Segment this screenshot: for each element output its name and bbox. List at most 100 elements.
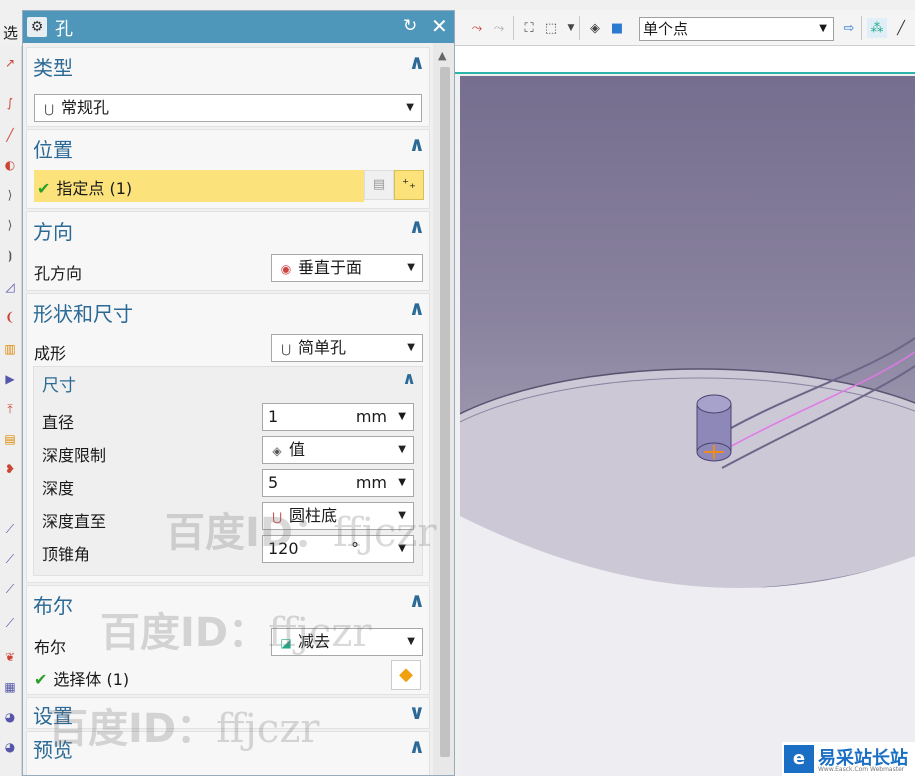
chevron-up-icon[interactable]: ∧: [409, 296, 425, 320]
diameter-value: 1: [268, 407, 279, 426]
axis-icon[interactable]: ⤒: [3, 402, 17, 416]
dialog-scrollbar[interactable]: ▲: [433, 43, 454, 775]
form-dropdown[interactable]: ⋃ 简单孔 ▼: [271, 334, 423, 362]
cube-view-icon[interactable]: ■: [607, 18, 627, 38]
boolean-dropdown[interactable]: ◪ 减去 ▼: [271, 628, 423, 656]
arc-icon[interactable]: ⟋: [3, 582, 17, 596]
curve-icon[interactable]: ∫: [3, 96, 17, 110]
arc-icon[interactable]: ⟋: [3, 552, 17, 566]
hole-direction-dropdown[interactable]: ◉ 垂直于面 ▼: [271, 254, 423, 282]
depth-limit-dropdown[interactable]: ◈ 值 ▼: [262, 436, 414, 464]
group-header-shape[interactable]: 形状和尺寸: [33, 298, 133, 327]
diameter-input[interactable]: 1 mm ▼: [262, 403, 414, 431]
group-position: 位置 ∧ ✔ 指定点 (1) ▤ ⁺₊: [26, 129, 430, 209]
hole-type-dropdown[interactable]: ⋃ 常规孔 ▼: [34, 94, 422, 122]
scroll-up-icon[interactable]: ▲: [438, 49, 446, 62]
dialog-titlebar[interactable]: ⚙ 孔 ↻ ✕: [23, 11, 454, 43]
chevron-down-icon[interactable]: ▼: [398, 404, 406, 430]
select-group-icon[interactable]: ⛶: [519, 18, 539, 38]
specify-point-row[interactable]: ✔ 指定点 (1): [34, 170, 364, 202]
model-drawing: [460, 337, 915, 776]
flame-icon[interactable]: ❥: [3, 462, 17, 476]
chevron-down-icon: ▼: [407, 342, 415, 353]
form-label: 成形: [34, 344, 67, 363]
point-dialog-button[interactable]: ⁺₊: [394, 170, 424, 200]
sketch-section-button[interactable]: ▤: [364, 170, 394, 200]
group-direction: 方向 ∧ 孔方向 ◉ 垂直于面 ▼: [26, 211, 430, 291]
hole-top: [696, 394, 732, 414]
group-header-preview[interactable]: 预览: [33, 734, 73, 763]
chevron-down-icon: ▼: [398, 444, 406, 455]
arrow-right-icon[interactable]: ⇨: [839, 18, 859, 38]
box-icon[interactable]: ▦: [3, 680, 17, 694]
subgroup-header-size[interactable]: 尺寸: [42, 371, 76, 396]
chevron-down-icon[interactable]: ▼: [398, 470, 406, 496]
line-tool-icon[interactable]: ╱: [891, 18, 911, 38]
graphics-viewport[interactable]: [460, 76, 915, 776]
hole-dialog: ⚙ 孔 ↻ ✕ 类型 ∧ ⋃ 常规孔 ▼ 位置 ∧ ✔ 指定点 (1) ▤ ⁺₊ 方…: [22, 10, 455, 776]
group-header-settings[interactable]: 设置: [33, 700, 73, 729]
snap-disabled-icon[interactable]: ⤳: [489, 18, 509, 38]
scroll-thumb[interactable]: [440, 67, 450, 757]
boolean-label: 布尔: [34, 638, 67, 657]
chevron-up-icon[interactable]: ∧: [409, 214, 425, 238]
form-value: 简单孔: [298, 338, 347, 357]
check-icon: ✔: [34, 670, 48, 689]
chevron-down-icon: ▼: [819, 23, 827, 34]
curve-icon[interactable]: ❨: [3, 310, 17, 324]
snap-point-icon[interactable]: ⤳: [467, 18, 487, 38]
chevron-up-icon[interactable]: ∧: [409, 588, 425, 612]
chevron-down-icon[interactable]: ▼: [398, 536, 406, 562]
tip-angle-unit: °: [351, 539, 359, 558]
arc-icon[interactable]: ⟋: [3, 616, 17, 630]
arc-icon[interactable]: ⟋: [3, 522, 17, 536]
group-header-boolean[interactable]: 布尔: [33, 590, 73, 619]
chevron-down-icon: ▼: [407, 636, 415, 647]
tip-angle-input[interactable]: 120 ° ▼: [262, 535, 414, 563]
reset-button[interactable]: ↻: [403, 16, 417, 36]
hole-direction-label: 孔方向: [34, 264, 83, 283]
arc-icon[interactable]: ◐: [3, 158, 17, 172]
group-header-direction[interactable]: 方向: [33, 216, 73, 245]
toolbar-separator: [579, 16, 580, 40]
selection-filter-dropdown[interactable]: 单个点 ▼: [639, 17, 834, 41]
chevron-down-icon[interactable]: ∨: [409, 700, 425, 724]
rectangle-select-icon[interactable]: ⬚: [541, 18, 561, 38]
sketch-icon[interactable]: ↗: [3, 56, 17, 70]
line-icon[interactable]: ╱: [3, 128, 17, 142]
group-header-position[interactable]: 位置: [33, 134, 73, 163]
depth-input[interactable]: 5 mm ▼: [262, 469, 414, 497]
chevron-down-icon: ▼: [398, 510, 406, 521]
feature-icon[interactable]: ❦: [3, 650, 17, 664]
site-logo: e 易采站长站 Www.Easck.Com Webmaster: [782, 742, 915, 776]
bracket-icon[interactable]: ⦘: [3, 248, 17, 262]
sphere-icon[interactable]: ◕: [3, 740, 17, 754]
chevron-up-icon[interactable]: ∧: [402, 369, 416, 389]
hole-icon: ⋃: [281, 342, 291, 356]
eraser-icon[interactable]: ◈: [585, 18, 605, 38]
snap-grid-icon[interactable]: ⁂: [867, 18, 887, 38]
depth-to-dropdown[interactable]: ⋃ 圆柱底 ▼: [262, 502, 414, 530]
bracket-icon[interactable]: ⟩: [3, 188, 17, 202]
chevron-down-icon: ▼: [406, 102, 414, 113]
arrow-icon[interactable]: ▶: [3, 372, 17, 386]
depth-limit-label: 深度限制: [42, 446, 107, 465]
triangle-icon[interactable]: ◿: [3, 280, 17, 294]
sphere-icon[interactable]: ◕: [3, 710, 17, 724]
close-button[interactable]: ✕: [431, 14, 448, 38]
group-header-type[interactable]: 类型: [33, 52, 73, 81]
specify-point-label: ✔ 指定点 (1): [37, 175, 132, 199]
chevron-up-icon[interactable]: ∧: [409, 50, 425, 74]
group-type: 类型 ∧ ⋃ 常规孔 ▼: [26, 47, 430, 127]
bracket-icon[interactable]: ⟩: [3, 218, 17, 232]
chevron-down-icon[interactable]: ▼: [561, 18, 581, 38]
select-body-button[interactable]: ◆: [391, 660, 421, 690]
chevron-up-icon[interactable]: ∧: [409, 734, 425, 758]
chevron-up-icon[interactable]: ∧: [409, 132, 425, 156]
top-toolbar: 选 ⤳ ⤳ ⛶ ⬚ ▼ ◈ ■ 单个点 ▼ ⇨ ⁂ ╱: [3, 10, 915, 46]
gear-icon[interactable]: ⚙: [27, 17, 47, 37]
toolbar-separator: [513, 16, 514, 40]
box-icon[interactable]: ▥: [3, 342, 17, 356]
box-icon[interactable]: ▤: [3, 432, 17, 446]
chevron-down-icon: ▼: [407, 262, 415, 273]
